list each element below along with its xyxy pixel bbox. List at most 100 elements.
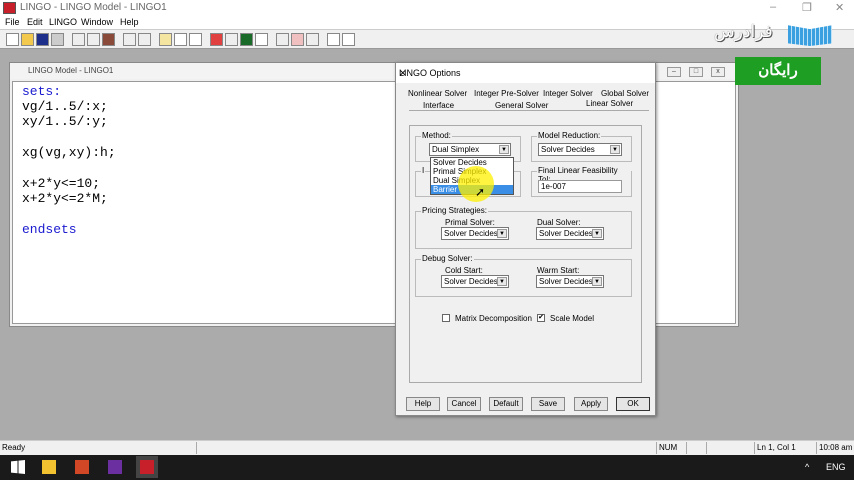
lingo-taskbar-icon[interactable]: [136, 456, 158, 478]
tab-global-solver[interactable]: Global Solver: [601, 89, 649, 98]
primal-solver-value: Solver Decides: [444, 229, 498, 238]
code-line: xg(vg,xy):h;: [22, 145, 116, 160]
tab-divider: [409, 110, 649, 111]
pdf-app-icon[interactable]: [108, 460, 122, 474]
debug-solver-label: Debug Solver:: [421, 254, 474, 263]
menu-window[interactable]: Window: [81, 17, 113, 27]
tray-chevron-icon[interactable]: ^: [805, 462, 809, 472]
app-title: LINGO - LINGO Model - LINGO1: [20, 2, 167, 13]
open-icon[interactable]: [21, 33, 34, 46]
warm-start-value: Solver Decides: [539, 277, 593, 286]
cold-start-label: Cold Start:: [445, 266, 483, 275]
method-label: Method:: [421, 131, 452, 140]
menu-help[interactable]: Help: [120, 17, 139, 27]
title-bar: LINGO - LINGO Model - LINGO1 – ❐ ✕: [0, 0, 854, 16]
minimize-button[interactable]: –: [770, 1, 776, 13]
warm-start-select[interactable]: Solver Decides ▼: [536, 275, 604, 288]
help-button[interactable]: Help: [406, 397, 440, 411]
undo-icon[interactable]: [123, 33, 136, 46]
new-icon[interactable]: [6, 33, 19, 46]
restore-button[interactable]: ❐: [802, 1, 812, 14]
match-paren-icon[interactable]: [189, 33, 202, 46]
context-help-icon[interactable]: [342, 33, 355, 46]
feasibility-tol-input[interactable]: 1e-007: [538, 180, 622, 193]
method-value: Dual Simplex: [432, 145, 480, 154]
method-select[interactable]: Dual Simplex ▼: [429, 143, 511, 156]
powerpoint-icon[interactable]: [75, 460, 89, 474]
status-bar: Ready NUM Ln 1, Col 1 10:08 am: [0, 440, 854, 455]
matrix-decomposition-label: Matrix Decomposition: [455, 314, 532, 323]
matrix-decomposition-checkbox[interactable]: [442, 314, 450, 322]
menu-lingo[interactable]: LINGO: [49, 17, 77, 27]
help-icon[interactable]: [327, 33, 340, 46]
find-icon[interactable]: [159, 33, 172, 46]
close-button[interactable]: ✕: [835, 1, 844, 14]
chevron-down-icon: ▼: [497, 229, 507, 238]
free-badge: رایگان: [735, 57, 821, 85]
tab-nonlinear-solver[interactable]: Nonlinear Solver: [408, 89, 467, 98]
mdi-minimize-button[interactable]: –: [667, 67, 681, 77]
matrix-icon[interactable]: [240, 33, 253, 46]
model-reduction-select[interactable]: Solver Decides ▼: [538, 143, 622, 156]
tab-general-solver[interactable]: General Solver: [495, 101, 548, 110]
status-num: NUM: [656, 442, 686, 454]
save-button[interactable]: Save: [531, 397, 565, 411]
close-all-icon[interactable]: [291, 33, 304, 46]
dual-solver-value: Solver Decides: [539, 229, 593, 238]
window-icon[interactable]: [276, 33, 289, 46]
dialog-titlebar: LINGO Options ✕: [396, 63, 655, 83]
menu-file[interactable]: File: [5, 17, 20, 27]
code-line: x+2*y<=10;: [22, 176, 101, 191]
mouse-cursor-icon: ➚: [475, 185, 486, 199]
lingo-app-icon: [3, 2, 16, 14]
cancel-button[interactable]: Cancel: [447, 397, 481, 411]
solve-icon[interactable]: [210, 33, 223, 46]
initial-label: I: [421, 166, 426, 175]
warm-start-label: Warm Start:: [537, 266, 580, 275]
primal-solver-select[interactable]: Solver Decides ▼: [441, 227, 509, 240]
paste-icon[interactable]: [102, 33, 115, 46]
status-time: 10:08 am: [816, 442, 854, 454]
dialog-close-icon[interactable]: ✕: [399, 68, 649, 79]
ok-button[interactable]: OK: [616, 397, 650, 411]
save-icon[interactable]: [36, 33, 49, 46]
tab-interface[interactable]: Interface: [423, 101, 454, 110]
code-line: x+2*y<=2*M;: [22, 191, 108, 206]
cut-icon[interactable]: [72, 33, 85, 46]
dual-solver-select[interactable]: Solver Decides ▼: [536, 227, 604, 240]
mdi-maximize-button[interactable]: □: [689, 67, 703, 77]
tab-linear-solver[interactable]: Linear Solver: [586, 99, 633, 108]
code-line: sets:: [22, 84, 62, 99]
linear-solver-panel: Method: Dual Simplex ▼ Model Reduction: S…: [409, 125, 642, 383]
code-line: vg/1..5/:x;: [22, 99, 108, 114]
redo-icon[interactable]: [138, 33, 151, 46]
lingo-options-dialog: LINGO Options ✕ Nonlinear Solver Integer…: [395, 62, 656, 416]
file-explorer-icon[interactable]: [42, 460, 56, 474]
status-pane: [706, 442, 754, 454]
apply-button[interactable]: Apply: [574, 397, 608, 411]
scale-model-label: Scale Model: [550, 314, 595, 323]
language-indicator[interactable]: ENG: [826, 462, 846, 472]
chevron-down-icon: ▼: [497, 277, 507, 286]
menu-edit[interactable]: Edit: [27, 17, 43, 27]
mdi-close-button[interactable]: x: [711, 67, 725, 77]
chevron-down-icon: ▼: [592, 229, 602, 238]
windows-start-icon[interactable]: [11, 460, 25, 474]
print-icon[interactable]: [51, 33, 64, 46]
default-button[interactable]: Default: [489, 397, 523, 411]
cold-start-select[interactable]: Solver Decides ▼: [441, 275, 509, 288]
model-window-title: LINGO Model - LINGO1: [28, 66, 114, 75]
faradars-logo: فرادرس: [714, 22, 773, 41]
solution-icon[interactable]: [225, 33, 238, 46]
status-position: Ln 1, Col 1: [754, 442, 816, 454]
copy-icon[interactable]: [87, 33, 100, 46]
tile-icon[interactable]: [306, 33, 319, 46]
tab-integer-solver[interactable]: Integer Solver: [543, 89, 593, 98]
options-icon[interactable]: [255, 33, 268, 46]
goto-icon[interactable]: [174, 33, 187, 46]
chevron-down-icon: ▼: [592, 277, 602, 286]
scale-model-checkbox[interactable]: ✔: [537, 314, 545, 322]
tab-integer-pre-solver[interactable]: Integer Pre-Solver: [474, 89, 539, 98]
code-line: endsets: [22, 222, 77, 237]
chevron-down-icon: ▼: [499, 145, 509, 154]
